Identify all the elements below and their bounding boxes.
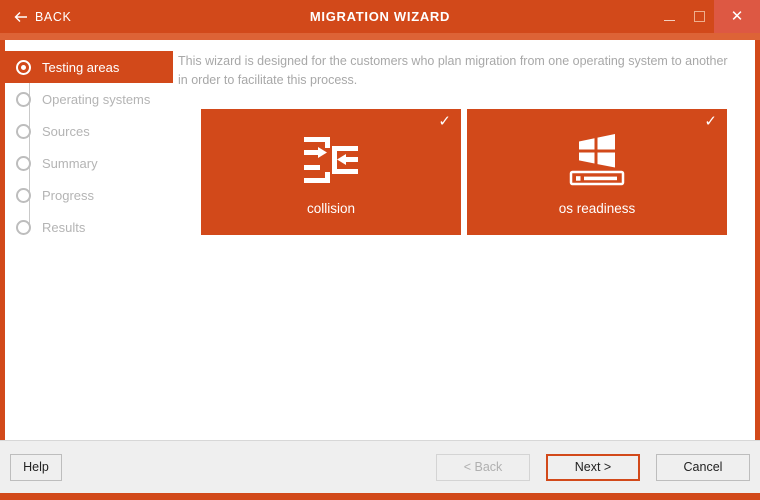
main-pane: This wizard is designed for the customer… (173, 40, 755, 440)
window-title: MIGRATION WIZARD (0, 9, 760, 24)
sidebar-item-label: Operating systems (42, 92, 150, 107)
step-marker-icon (16, 60, 31, 75)
windows-readiness-icon (569, 133, 625, 187)
tile-label: os readiness (559, 201, 636, 216)
maximize-icon (694, 11, 705, 22)
back-button[interactable]: BACK (0, 0, 81, 33)
window-controls: ✕ (654, 0, 760, 33)
step-marker-icon (16, 220, 31, 235)
sidebar-item-results[interactable]: Results (5, 211, 173, 243)
arrow-left-icon (14, 10, 28, 24)
tile-collision[interactable]: ✓ (201, 109, 461, 235)
close-button[interactable]: ✕ (714, 0, 760, 33)
sidebar-item-label: Summary (42, 156, 98, 171)
collision-arrows-icon (302, 133, 360, 187)
step-marker-icon (16, 156, 31, 171)
sidebar-item-label: Results (42, 220, 85, 235)
title-bar: BACK MIGRATION WIZARD ✕ (0, 0, 760, 33)
step-marker-icon (16, 188, 31, 203)
sidebar-item-summary[interactable]: Summary (5, 147, 173, 179)
maximize-button[interactable] (684, 0, 714, 33)
help-button[interactable]: Help (10, 454, 62, 481)
tile-label: collision (307, 201, 355, 216)
minimize-button[interactable] (654, 0, 684, 33)
wizard-description: This wizard is designed for the customer… (178, 52, 735, 91)
migration-wizard-window: BACK MIGRATION WIZARD ✕ Testing areas O (0, 0, 760, 500)
minimize-icon (664, 20, 675, 21)
step-marker-icon (16, 124, 31, 139)
step-marker-icon (16, 92, 31, 107)
sidebar-item-label: Testing areas (42, 60, 119, 75)
wizard-body: Testing areas Operating systems Sources … (5, 40, 755, 440)
check-icon: ✓ (704, 114, 717, 129)
sidebar-item-testing-areas[interactable]: Testing areas (5, 51, 173, 83)
check-icon: ✓ (438, 114, 451, 129)
step-sidebar: Testing areas Operating systems Sources … (5, 40, 173, 440)
sidebar-item-label: Progress (42, 188, 94, 203)
sidebar-item-label: Sources (42, 124, 90, 139)
sidebar-item-sources[interactable]: Sources (5, 115, 173, 147)
wizard-footer: Help < Back Next > Cancel (0, 440, 760, 493)
tile-os-readiness[interactable]: ✓ (467, 109, 727, 235)
navigation-buttons: < Back Next > Cancel (436, 454, 750, 481)
cancel-button[interactable]: Cancel (656, 454, 750, 481)
testing-area-tiles: ✓ (201, 109, 735, 235)
sidebar-item-operating-systems[interactable]: Operating systems (5, 83, 173, 115)
next-button[interactable]: Next > (546, 454, 640, 481)
sidebar-item-progress[interactable]: Progress (5, 179, 173, 211)
back-button-label: BACK (35, 10, 71, 24)
accent-strip (0, 33, 760, 40)
back-nav-button[interactable]: < Back (436, 454, 530, 481)
